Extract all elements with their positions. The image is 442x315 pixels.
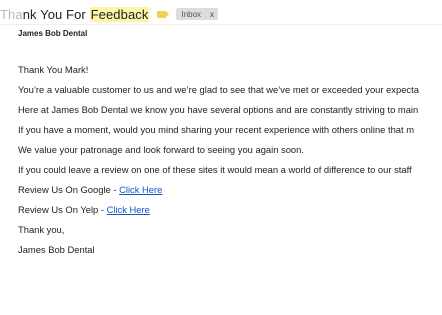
yelp-review-line: Review Us On Yelp - Click Here bbox=[18, 204, 150, 216]
google-review-link[interactable]: Click Here bbox=[119, 184, 162, 195]
inbox-label-text: Inbox bbox=[181, 9, 202, 19]
yelp-review-label: Review Us On Yelp - bbox=[18, 204, 107, 215]
google-review-line: Review Us On Google - Click Here bbox=[18, 184, 162, 196]
body-paragraph: We value your patronage and look forward… bbox=[18, 144, 304, 155]
remove-label-icon[interactable]: x bbox=[210, 10, 214, 19]
closing-line: Thank you, bbox=[18, 224, 65, 235]
greeting-line: Thank You Mark! bbox=[18, 64, 89, 75]
email-subject: Thank You For Feedback bbox=[0, 6, 150, 22]
subject-row: Thank You For Feedback Inbox x bbox=[0, 6, 219, 22]
label-tag-icon[interactable] bbox=[157, 10, 170, 18]
signature-line: James Bob Dental bbox=[18, 244, 95, 255]
email-view: Thank You For Feedback Inbox x James Bob… bbox=[0, 0, 442, 315]
inbox-label-badge[interactable]: Inbox x bbox=[176, 8, 219, 20]
subject-highlight: Feedback bbox=[89, 6, 150, 22]
body-paragraph: You’re a valuable customer to us and we’… bbox=[18, 84, 419, 95]
body-paragraph: Here at James Bob Dental we know you hav… bbox=[18, 104, 419, 115]
yelp-review-link[interactable]: Click Here bbox=[107, 204, 150, 215]
body-paragraph: If you could leave a review on one of th… bbox=[18, 164, 412, 175]
header-divider bbox=[0, 24, 442, 25]
body-paragraph: If you have a moment, would you mind sha… bbox=[18, 124, 415, 135]
subject-faded-text: Tha bbox=[0, 6, 23, 22]
sender-name[interactable]: James Bob Dental bbox=[18, 29, 87, 38]
subject-text: nk You For bbox=[22, 6, 90, 22]
google-review-label: Review Us On Google - bbox=[18, 184, 120, 195]
